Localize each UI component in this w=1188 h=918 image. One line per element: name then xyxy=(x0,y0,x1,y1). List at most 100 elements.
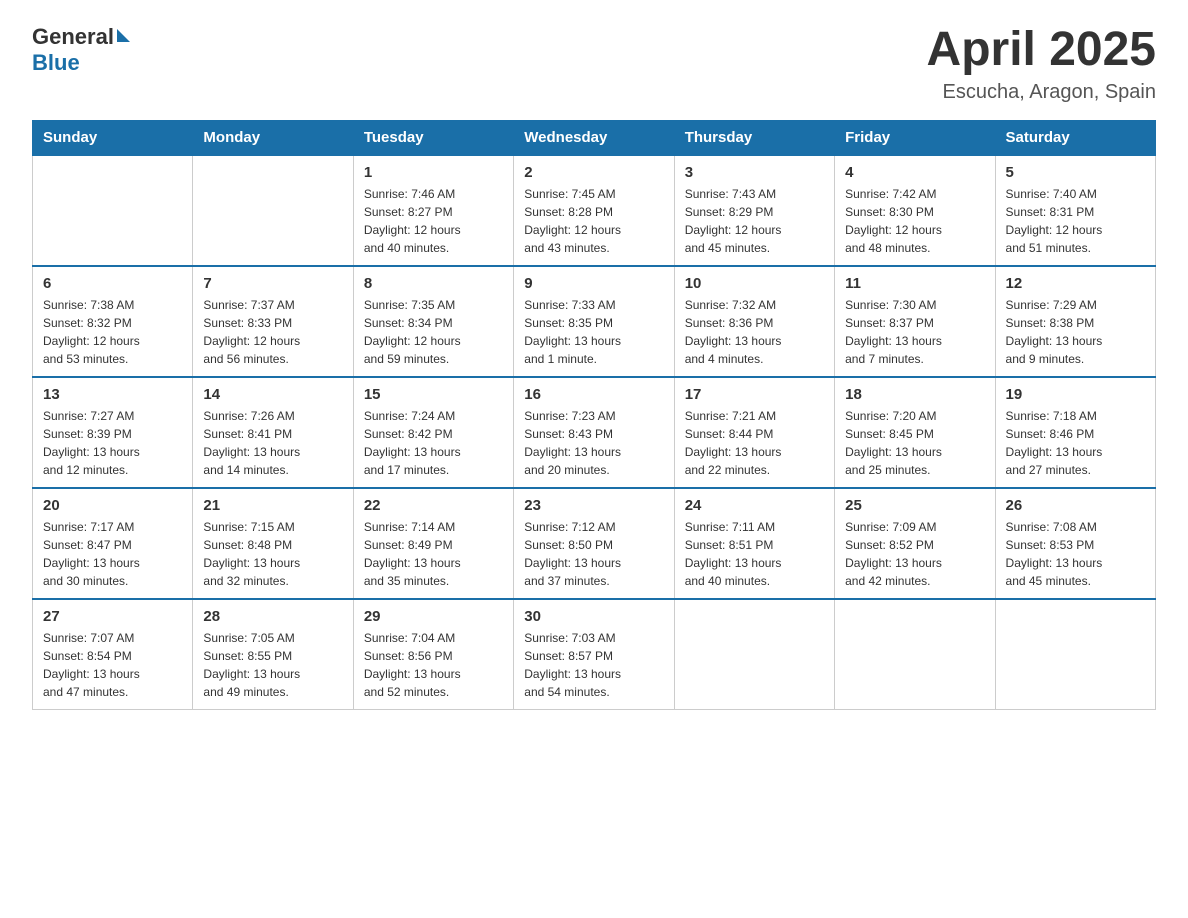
calendar-week-3: 13 Sunrise: 7:27 AM Sunset: 8:39 PM Dayli… xyxy=(33,377,1156,488)
day-number: 7 xyxy=(203,275,342,292)
calendar-cell: 16 Sunrise: 7:23 AM Sunset: 8:43 PM Dayli… xyxy=(514,377,674,488)
day-number: 11 xyxy=(845,275,984,292)
day-info: Sunrise: 7:26 AM Sunset: 8:41 PM Dayligh… xyxy=(203,407,342,479)
day-number: 8 xyxy=(364,275,503,292)
calendar-title: April 2025 xyxy=(927,24,1156,77)
calendar-cell: 7 Sunrise: 7:37 AM Sunset: 8:33 PM Daylig… xyxy=(193,266,353,377)
calendar-cell: 17 Sunrise: 7:21 AM Sunset: 8:44 PM Dayli… xyxy=(674,377,834,488)
day-number: 21 xyxy=(203,497,342,514)
day-number: 15 xyxy=(364,386,503,403)
calendar-cell: 19 Sunrise: 7:18 AM Sunset: 8:46 PM Dayli… xyxy=(995,377,1155,488)
calendar-cell: 6 Sunrise: 7:38 AM Sunset: 8:32 PM Daylig… xyxy=(33,266,193,377)
title-block: April 2025 Escucha, Aragon, Spain xyxy=(927,24,1156,104)
calendar-cell: 13 Sunrise: 7:27 AM Sunset: 8:39 PM Dayli… xyxy=(33,377,193,488)
day-info: Sunrise: 7:15 AM Sunset: 8:48 PM Dayligh… xyxy=(203,518,342,590)
calendar-cell: 4Sunrise: 7:42 AM Sunset: 8:30 PM Daylig… xyxy=(835,155,995,266)
calendar-cell: 1 Sunrise: 7:46 AM Sunset: 8:27 PM Daylig… xyxy=(353,155,513,266)
day-header-tuesday: Tuesday xyxy=(353,120,513,155)
day-info: Sunrise: 7:23 AM Sunset: 8:43 PM Dayligh… xyxy=(524,407,663,479)
day-number: 26 xyxy=(1006,497,1145,514)
calendar-cell: 20 Sunrise: 7:17 AM Sunset: 8:47 PM Dayli… xyxy=(33,488,193,599)
day-info: Sunrise: 7:04 AM Sunset: 8:56 PM Dayligh… xyxy=(364,629,503,701)
calendar-cell xyxy=(33,155,193,266)
day-number: 13 xyxy=(43,386,182,403)
day-info: Sunrise: 7:07 AM Sunset: 8:54 PM Dayligh… xyxy=(43,629,182,701)
day-info: Sunrise: 7:18 AM Sunset: 8:46 PM Dayligh… xyxy=(1006,407,1145,479)
calendar-cell: 26 Sunrise: 7:08 AM Sunset: 8:53 PM Dayli… xyxy=(995,488,1155,599)
day-number: 30 xyxy=(524,608,663,625)
day-number: 17 xyxy=(685,386,824,403)
day-number: 1 xyxy=(364,164,503,181)
calendar-header-row: SundayMondayTuesdayWednesdayThursdayFrid… xyxy=(33,120,1156,155)
day-info: Sunrise: 7:45 AM Sunset: 8:28 PM Dayligh… xyxy=(524,185,663,257)
logo-blue-text: Blue xyxy=(32,50,80,75)
calendar-cell: 29Sunrise: 7:04 AM Sunset: 8:56 PM Dayli… xyxy=(353,599,513,710)
day-number: 25 xyxy=(845,497,984,514)
calendar-cell: 22 Sunrise: 7:14 AM Sunset: 8:49 PM Dayli… xyxy=(353,488,513,599)
day-info: Sunrise: 7:14 AM Sunset: 8:49 PM Dayligh… xyxy=(364,518,503,590)
day-header-monday: Monday xyxy=(193,120,353,155)
calendar-cell xyxy=(674,599,834,710)
day-info: Sunrise: 7:12 AM Sunset: 8:50 PM Dayligh… xyxy=(524,518,663,590)
day-info: Sunrise: 7:35 AM Sunset: 8:34 PM Dayligh… xyxy=(364,296,503,368)
day-info: Sunrise: 7:37 AM Sunset: 8:33 PM Dayligh… xyxy=(203,296,342,368)
logo: General Blue xyxy=(32,24,130,76)
calendar-cell: 10 Sunrise: 7:32 AM Sunset: 8:36 PM Dayli… xyxy=(674,266,834,377)
calendar-week-4: 20 Sunrise: 7:17 AM Sunset: 8:47 PM Dayli… xyxy=(33,488,1156,599)
day-info: Sunrise: 7:21 AM Sunset: 8:44 PM Dayligh… xyxy=(685,407,824,479)
day-number: 28 xyxy=(203,608,342,625)
day-info: Sunrise: 7:38 AM Sunset: 8:32 PM Dayligh… xyxy=(43,296,182,368)
day-number: 9 xyxy=(524,275,663,292)
day-info: Sunrise: 7:29 AM Sunset: 8:38 PM Dayligh… xyxy=(1006,296,1145,368)
day-number: 10 xyxy=(685,275,824,292)
calendar-cell: 2 Sunrise: 7:45 AM Sunset: 8:28 PM Daylig… xyxy=(514,155,674,266)
day-info: Sunrise: 7:24 AM Sunset: 8:42 PM Dayligh… xyxy=(364,407,503,479)
day-number: 18 xyxy=(845,386,984,403)
day-number: 20 xyxy=(43,497,182,514)
day-number: 22 xyxy=(364,497,503,514)
calendar-cell: 23 Sunrise: 7:12 AM Sunset: 8:50 PM Dayli… xyxy=(514,488,674,599)
calendar-week-5: 27 Sunrise: 7:07 AM Sunset: 8:54 PM Dayli… xyxy=(33,599,1156,710)
day-number: 23 xyxy=(524,497,663,514)
calendar-cell: 9 Sunrise: 7:33 AM Sunset: 8:35 PM Daylig… xyxy=(514,266,674,377)
day-header-wednesday: Wednesday xyxy=(514,120,674,155)
calendar-cell: 11Sunrise: 7:30 AM Sunset: 8:37 PM Dayli… xyxy=(835,266,995,377)
day-number: 2 xyxy=(524,164,663,181)
day-header-thursday: Thursday xyxy=(674,120,834,155)
day-info: Sunrise: 7:46 AM Sunset: 8:27 PM Dayligh… xyxy=(364,185,503,257)
calendar-week-1: 1 Sunrise: 7:46 AM Sunset: 8:27 PM Daylig… xyxy=(33,155,1156,266)
day-number: 3 xyxy=(685,164,824,181)
day-info: Sunrise: 7:11 AM Sunset: 8:51 PM Dayligh… xyxy=(685,518,824,590)
day-info: Sunrise: 7:32 AM Sunset: 8:36 PM Dayligh… xyxy=(685,296,824,368)
logo-general-text: General xyxy=(32,24,114,50)
day-info: Sunrise: 7:27 AM Sunset: 8:39 PM Dayligh… xyxy=(43,407,182,479)
day-info: Sunrise: 7:05 AM Sunset: 8:55 PM Dayligh… xyxy=(203,629,342,701)
day-header-sunday: Sunday xyxy=(33,120,193,155)
day-number: 5 xyxy=(1006,164,1145,181)
day-info: Sunrise: 7:33 AM Sunset: 8:35 PM Dayligh… xyxy=(524,296,663,368)
calendar-cell xyxy=(995,599,1155,710)
day-number: 6 xyxy=(43,275,182,292)
calendar-cell: 30 Sunrise: 7:03 AM Sunset: 8:57 PM Dayli… xyxy=(514,599,674,710)
day-info: Sunrise: 7:03 AM Sunset: 8:57 PM Dayligh… xyxy=(524,629,663,701)
calendar-cell: 3Sunrise: 7:43 AM Sunset: 8:29 PM Daylig… xyxy=(674,155,834,266)
day-number: 16 xyxy=(524,386,663,403)
day-info: Sunrise: 7:40 AM Sunset: 8:31 PM Dayligh… xyxy=(1006,185,1145,257)
calendar-subtitle: Escucha, Aragon, Spain xyxy=(927,81,1156,104)
calendar-cell: 24Sunrise: 7:11 AM Sunset: 8:51 PM Dayli… xyxy=(674,488,834,599)
day-info: Sunrise: 7:20 AM Sunset: 8:45 PM Dayligh… xyxy=(845,407,984,479)
day-number: 27 xyxy=(43,608,182,625)
day-info: Sunrise: 7:08 AM Sunset: 8:53 PM Dayligh… xyxy=(1006,518,1145,590)
calendar-table: SundayMondayTuesdayWednesdayThursdayFrid… xyxy=(32,120,1156,710)
calendar-cell: 12 Sunrise: 7:29 AM Sunset: 8:38 PM Dayli… xyxy=(995,266,1155,377)
day-number: 19 xyxy=(1006,386,1145,403)
calendar-cell: 18 Sunrise: 7:20 AM Sunset: 8:45 PM Dayli… xyxy=(835,377,995,488)
day-number: 12 xyxy=(1006,275,1145,292)
day-info: Sunrise: 7:17 AM Sunset: 8:47 PM Dayligh… xyxy=(43,518,182,590)
day-info: Sunrise: 7:42 AM Sunset: 8:30 PM Dayligh… xyxy=(845,185,984,257)
calendar-cell: 8 Sunrise: 7:35 AM Sunset: 8:34 PM Daylig… xyxy=(353,266,513,377)
calendar-week-2: 6 Sunrise: 7:38 AM Sunset: 8:32 PM Daylig… xyxy=(33,266,1156,377)
day-header-friday: Friday xyxy=(835,120,995,155)
calendar-cell: 14Sunrise: 7:26 AM Sunset: 8:41 PM Dayli… xyxy=(193,377,353,488)
calendar-cell: 25Sunrise: 7:09 AM Sunset: 8:52 PM Dayli… xyxy=(835,488,995,599)
